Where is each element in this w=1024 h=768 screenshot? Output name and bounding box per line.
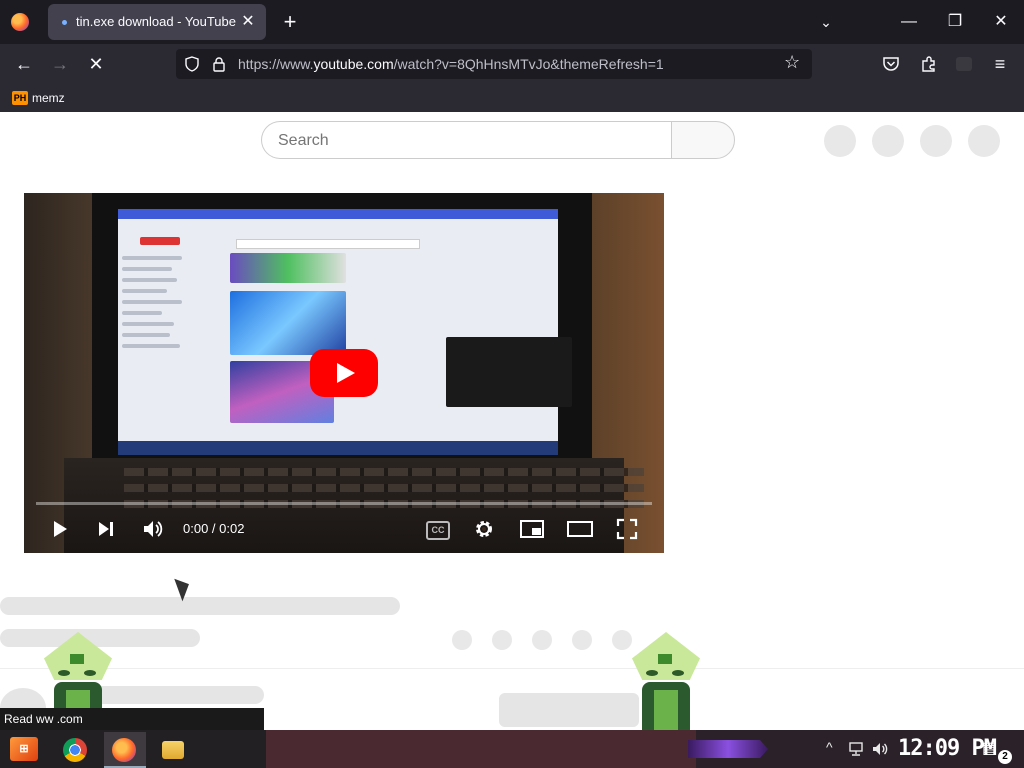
video-screen-tabs	[118, 209, 558, 219]
firefox-menu-button[interactable]	[6, 8, 34, 36]
shield-icon[interactable]	[184, 56, 200, 72]
placeholder-circle-icon[interactable]	[824, 125, 856, 157]
captions-button[interactable]: CC	[426, 521, 450, 540]
play-icon	[54, 521, 67, 537]
action-skeleton	[492, 630, 512, 650]
settings-button[interactable]	[472, 515, 496, 543]
search-placeholder: Search	[278, 132, 329, 149]
navigation-toolbar: ← → ✕ https://www.youtube.com/watch?v=8Q…	[0, 44, 1024, 84]
fullscreen-icon	[616, 518, 638, 540]
placeholder-circle-icon[interactable]	[920, 125, 952, 157]
video-screen-sidebar	[122, 249, 192, 429]
volume-tray-icon[interactable]	[871, 740, 889, 758]
subscribe-skeleton	[499, 693, 639, 727]
gear-icon	[476, 521, 492, 537]
video-screen-search	[236, 239, 420, 249]
tab-bar: tin.exe download - YouTube ✕ + ⌄ — ❐ ✕	[0, 0, 1024, 44]
taskbar-decoration	[688, 740, 768, 758]
loading-icon	[62, 20, 67, 25]
minimize-button[interactable]: —	[886, 0, 932, 44]
close-window-button[interactable]: ✕	[978, 0, 1024, 44]
bookmark-favicon: PH	[12, 91, 28, 105]
url-bar[interactable]: https://www.youtube.com/watch?v=8QhHnsMT…	[176, 49, 812, 79]
windows-taskbar: ⊞ ^ 12:09 PM ▤ 2	[0, 730, 1024, 768]
url-text[interactable]: https://www.youtube.com/watch?v=8QhHnsMT…	[238, 56, 664, 72]
start-button[interactable]: ⊞	[10, 737, 38, 761]
url-path: /watch?v=8QhHnsMTvJo&themeRefresh=1	[393, 56, 664, 72]
app-menu-button[interactable]: ≡	[988, 52, 1012, 76]
video-screen-thumbnail	[446, 337, 572, 407]
video-screen-taskbar	[118, 441, 558, 455]
tab-active[interactable]: tin.exe download - YouTube ✕	[48, 4, 266, 40]
restore-button[interactable]: ❐	[932, 0, 978, 44]
notification-center-button[interactable]: ▤ 2	[982, 738, 1012, 764]
fullscreen-button[interactable]	[615, 515, 639, 543]
video-screen-logo	[140, 237, 180, 245]
extensions-icon[interactable]	[920, 55, 938, 73]
status-tooltip: Read ww .com	[0, 708, 264, 730]
firefox-taskbar-icon[interactable]	[112, 738, 136, 762]
tab-title: tin.exe download - YouTube	[76, 14, 236, 29]
chat-icon: ▤	[982, 740, 998, 757]
peridot-character-right	[624, 632, 708, 732]
stop-loading-button[interactable]: ✕	[84, 52, 108, 76]
video-keyboard-row	[124, 484, 644, 492]
action-skeleton	[532, 630, 552, 650]
pocket-icon[interactable]	[882, 56, 900, 72]
time-display: 0:00 / 0:02	[183, 521, 245, 536]
placeholder-circle-icon[interactable]	[968, 125, 1000, 157]
video-keyboard-row	[124, 468, 644, 476]
url-domain: youtube.com	[313, 56, 394, 72]
next-icon	[99, 522, 113, 536]
video-screen-thumbnail	[230, 291, 346, 355]
tab-list-button[interactable]: ⌄	[814, 10, 838, 34]
title-skeleton	[0, 597, 400, 615]
extension-icon[interactable]	[956, 57, 972, 71]
large-play-button[interactable]	[310, 349, 378, 397]
back-button[interactable]: ←	[12, 52, 36, 76]
bookmark-memz[interactable]: memz	[32, 91, 65, 105]
video-laptop-screen	[118, 209, 572, 455]
taskbar-empty-area	[266, 730, 696, 768]
placeholder-circle-icon[interactable]	[872, 125, 904, 157]
new-tab-button[interactable]: +	[278, 10, 302, 34]
progress-bar[interactable]	[36, 502, 652, 505]
play-button[interactable]	[48, 515, 72, 543]
forward-button[interactable]: →	[48, 52, 72, 76]
notification-badge: 2	[998, 750, 1012, 764]
video-player[interactable]: 0:00 / 0:02 CC	[24, 193, 664, 553]
theater-icon	[567, 521, 593, 537]
theater-mode-button[interactable]	[566, 515, 594, 543]
miniplayer-icon	[520, 520, 544, 538]
bookmark-star-icon[interactable]: ☆	[784, 52, 800, 73]
action-skeleton	[572, 630, 592, 650]
file-explorer-icon[interactable]	[162, 741, 184, 759]
chevron-up-icon[interactable]: ^	[826, 739, 833, 755]
url-prefix: https://www.	[238, 56, 314, 72]
miniplayer-button[interactable]	[519, 515, 545, 543]
next-button[interactable]	[94, 515, 118, 543]
video-screen-thumbnail	[230, 253, 346, 283]
tooltip-text: Read ww .com	[4, 712, 83, 726]
close-tab-button[interactable]: ✕	[238, 12, 258, 32]
divider	[0, 668, 1024, 669]
bookmarks-toolbar: PH memz	[0, 84, 1024, 112]
network-icon[interactable]	[848, 741, 864, 757]
lock-icon[interactable]	[212, 56, 226, 72]
search-input[interactable]: Search	[261, 121, 671, 159]
chrome-icon[interactable]	[63, 738, 87, 762]
mute-button[interactable]	[141, 515, 165, 543]
firefox-icon	[11, 13, 29, 31]
volume-icon	[144, 521, 163, 537]
action-skeleton	[452, 630, 472, 650]
search-button[interactable]	[671, 121, 735, 159]
